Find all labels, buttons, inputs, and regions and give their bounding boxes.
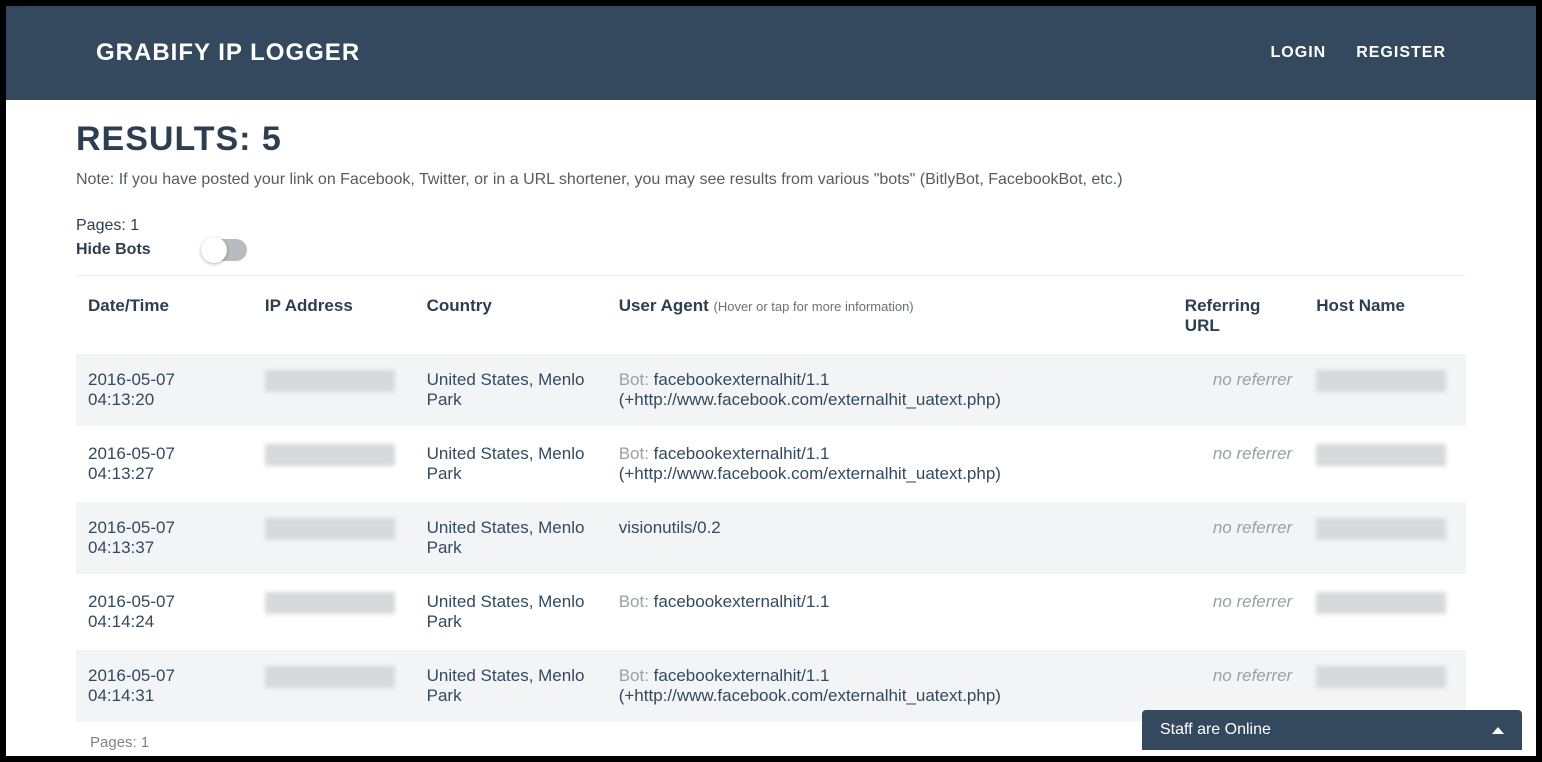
toggle-knob-icon [201, 237, 227, 263]
results-note: Note: If you have posted your link on Fa… [76, 171, 1466, 189]
brand-logo[interactable]: GRABIFY IP LOGGER [96, 39, 360, 67]
cell-hostname [1304, 352, 1466, 426]
redacted-host [1316, 444, 1446, 466]
cell-hostname [1304, 426, 1466, 500]
bot-prefix: Bot: [619, 444, 654, 463]
cell-date: 2016-05-07 04:14:31 [76, 648, 253, 722]
chevron-up-icon [1492, 727, 1504, 734]
redacted-host [1316, 518, 1446, 540]
table-row: 2016-05-07 04:13:20 United States, Menlo … [76, 352, 1466, 426]
bot-prefix: Bot: [619, 592, 654, 611]
cell-date: 2016-05-07 04:14:24 [76, 574, 253, 648]
cell-date: 2016-05-07 04:13:27 [76, 426, 253, 500]
redacted-ip [265, 444, 395, 466]
hide-bots-row: Hide Bots [76, 239, 1466, 261]
pages-label-top: Pages: 1 [76, 217, 1466, 235]
redacted-ip [265, 518, 395, 540]
cell-ip [253, 574, 415, 648]
register-link[interactable]: REGISTER [1356, 44, 1446, 62]
th-useragent-label: User Agent [619, 296, 709, 315]
app-frame: GRABIFY IP LOGGER LOGIN REGISTER RESULTS… [6, 6, 1536, 756]
cell-ip [253, 352, 415, 426]
cell-country: United States, Menlo Park [415, 648, 607, 722]
cell-country: United States, Menlo Park [415, 500, 607, 574]
cell-useragent[interactable]: Bot: facebookexternalhit/1.1 (+http://ww… [607, 426, 1173, 500]
redacted-host [1316, 370, 1446, 392]
cell-referrer: no referrer [1173, 574, 1304, 648]
th-ip: IP Address [253, 275, 415, 352]
header-nav: LOGIN REGISTER [1271, 44, 1446, 62]
cell-hostname [1304, 574, 1466, 648]
cell-country: United States, Menlo Park [415, 574, 607, 648]
results-table: Date/Time IP Address Country User Agent … [76, 275, 1466, 722]
th-useragent-hint: (Hover or tap for more information) [714, 299, 914, 314]
cell-referrer: no referrer [1173, 352, 1304, 426]
hide-bots-toggle[interactable] [201, 239, 247, 261]
table-header-row: Date/Time IP Address Country User Agent … [76, 275, 1466, 352]
redacted-host [1316, 666, 1446, 688]
login-link[interactable]: LOGIN [1271, 44, 1327, 62]
staff-online-label: Staff are Online [1160, 721, 1271, 739]
cell-useragent[interactable]: Bot: facebookexternalhit/1.1 (+http://ww… [607, 352, 1173, 426]
cell-ip [253, 648, 415, 722]
cell-hostname [1304, 500, 1466, 574]
hide-bots-label: Hide Bots [76, 241, 151, 259]
redacted-host [1316, 592, 1446, 614]
cell-useragent[interactable]: Bot: facebookexternalhit/1.1 (+http://ww… [607, 648, 1173, 722]
cell-referrer: no referrer [1173, 500, 1304, 574]
redacted-ip [265, 592, 395, 614]
cell-referrer: no referrer [1173, 426, 1304, 500]
table-row: 2016-05-07 04:13:37 United States, Menlo … [76, 500, 1466, 574]
th-country: Country [415, 275, 607, 352]
redacted-ip [265, 666, 395, 688]
cell-ip [253, 500, 415, 574]
th-date: Date/Time [76, 275, 253, 352]
cell-country: United States, Menlo Park [415, 426, 607, 500]
table-row: 2016-05-07 04:14:24 United States, Menlo … [76, 574, 1466, 648]
table-row: 2016-05-07 04:13:27 United States, Menlo … [76, 426, 1466, 500]
cell-date: 2016-05-07 04:13:20 [76, 352, 253, 426]
bot-prefix: Bot: [619, 666, 654, 685]
th-hostname: Host Name [1304, 275, 1466, 352]
cell-country: United States, Menlo Park [415, 352, 607, 426]
th-useragent: User Agent (Hover or tap for more inform… [607, 275, 1173, 352]
bot-prefix: Bot: [619, 370, 654, 389]
results-heading: RESULTS: 5 [76, 120, 1466, 159]
th-referring-url: Referring URL [1173, 275, 1304, 352]
cell-ip [253, 426, 415, 500]
header-bar: GRABIFY IP LOGGER LOGIN REGISTER [6, 6, 1536, 100]
cell-useragent[interactable]: Bot: facebookexternalhit/1.1 [607, 574, 1173, 648]
cell-useragent[interactable]: visionutils/0.2 [607, 500, 1173, 574]
main-content: RESULTS: 5 Note: If you have posted your… [6, 100, 1536, 756]
redacted-ip [265, 370, 395, 392]
cell-date: 2016-05-07 04:13:37 [76, 500, 253, 574]
staff-online-bar[interactable]: Staff are Online [1142, 710, 1522, 750]
